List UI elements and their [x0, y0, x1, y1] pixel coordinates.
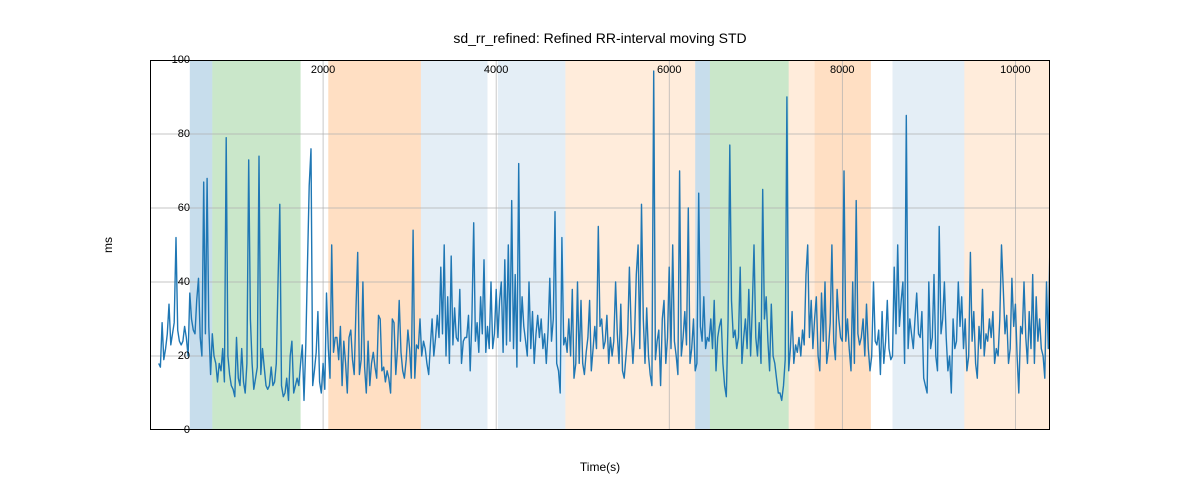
- y-tick-label: 0: [150, 424, 196, 436]
- x-axis-label: Time(s): [150, 460, 1050, 474]
- background-band: [695, 60, 710, 430]
- y-tick-label: 20: [150, 350, 196, 362]
- background-band: [893, 60, 965, 430]
- background-band: [190, 60, 213, 430]
- x-tick-label: 10000: [1000, 60, 1031, 76]
- y-tick-label: 60: [150, 202, 196, 214]
- background-band: [789, 60, 815, 430]
- background-band: [710, 60, 789, 430]
- x-tick-label: 6000: [657, 60, 681, 76]
- y-tick-label: 100: [150, 54, 196, 66]
- x-tick-label: 8000: [830, 60, 854, 76]
- background-band: [421, 60, 488, 430]
- background-band: [637, 60, 695, 430]
- y-tick-label: 80: [150, 128, 196, 140]
- chart-title: sd_rr_refined: Refined RR-interval movin…: [150, 30, 1050, 46]
- y-axis-label: ms: [100, 60, 116, 430]
- x-tick-label: 2000: [311, 60, 335, 76]
- chart-svg: [150, 60, 1050, 430]
- background-band: [565, 60, 637, 430]
- y-tick-label: 40: [150, 276, 196, 288]
- chart-plot-area: 020406080100 200040006000800010000: [150, 60, 1050, 430]
- x-tick-label: 4000: [484, 60, 508, 76]
